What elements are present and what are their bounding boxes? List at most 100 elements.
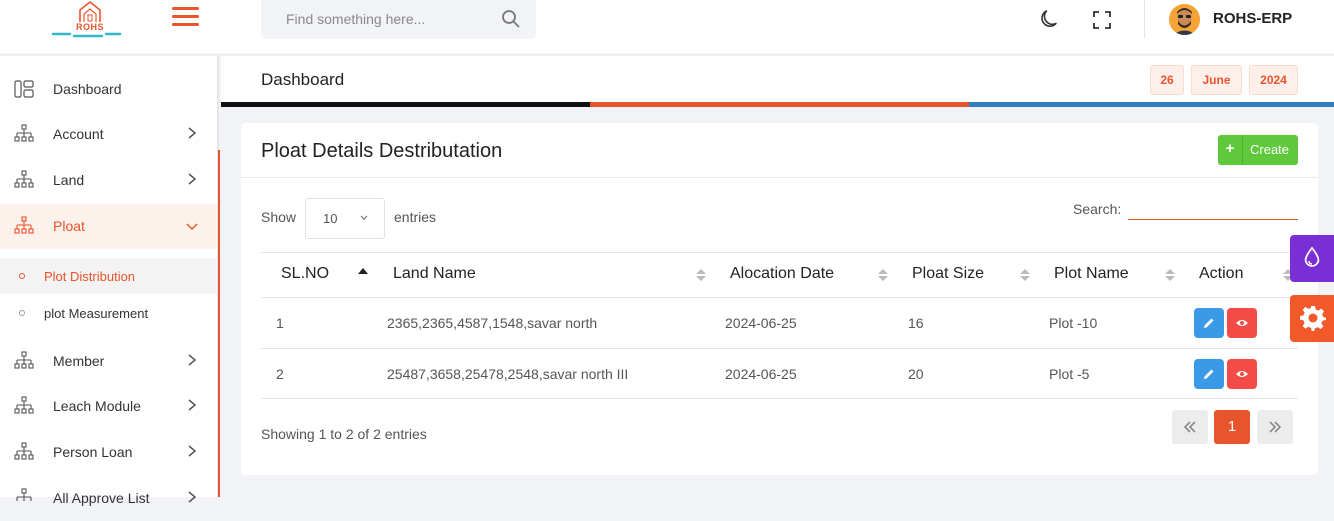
sidebar-item-label: All Approve List — [53, 490, 150, 506]
column-header-plot-name[interactable]: Plot Name — [1054, 265, 1129, 283]
sort-asc-icon[interactable] — [358, 268, 368, 282]
sidebar-item-label: Leach Module — [53, 398, 141, 414]
cell-plot-name: Plot -10 — [1049, 315, 1098, 331]
user-avatar[interactable] — [1169, 4, 1200, 35]
stripe-orange — [590, 102, 969, 107]
card-divider — [241, 177, 1318, 178]
sidebar-subitem-label: Plot Distribution — [44, 269, 136, 284]
pencil-icon — [1204, 369, 1214, 379]
sidebar-item-account[interactable]: Account — [0, 112, 217, 157]
sort-icon[interactable] — [696, 268, 706, 282]
sidebar-item-leach-module[interactable]: Leach Module — [0, 384, 217, 429]
row-divider — [261, 398, 1298, 399]
sitemap-icon — [14, 216, 34, 234]
sidebar-item-all-approve-list[interactable]: All Approve List — [0, 476, 217, 521]
gear-icon — [1300, 306, 1326, 331]
sidebar-item-member[interactable]: Member — [0, 339, 217, 384]
sidebar-item-label: Dashboard — [53, 81, 122, 97]
cell-sl-no: 1 — [276, 315, 284, 331]
cell-alocation-date: 2024-06-25 — [725, 315, 797, 331]
sidebar-item-person-loan[interactable]: Person Loan — [0, 430, 217, 475]
sitemap-icon — [14, 396, 34, 414]
column-header-land-name[interactable]: Land Name — [393, 265, 476, 283]
table-header-border — [261, 297, 1298, 298]
table-search-label: Search: — [1073, 201, 1122, 217]
sidebar: Dashboard Account Land Ploat Plot Distri… — [0, 56, 219, 506]
sitemap-icon — [14, 442, 34, 460]
view-button[interactable] — [1227, 308, 1257, 338]
create-button[interactable]: + Create — [1218, 135, 1298, 165]
bullet-icon — [19, 273, 25, 279]
sidebar-item-dashboard[interactable]: Dashboard — [0, 67, 217, 112]
cell-sl-no: 2 — [276, 366, 284, 382]
sidebar-item-label: Person Loan — [53, 444, 133, 460]
card-title: Ploat Details Destributation — [261, 140, 503, 162]
pagination-previous-button[interactable] — [1172, 410, 1208, 444]
logo-text: ROHS — [76, 22, 105, 32]
cell-alocation-date: 2024-06-25 — [725, 366, 797, 382]
pagination-page-1[interactable]: 1 — [1214, 410, 1250, 444]
sidebar-subitem-plot-measurement[interactable]: plot Measurement — [0, 295, 217, 331]
fullscreen-icon[interactable] — [1092, 10, 1112, 30]
double-chevron-right-icon — [1269, 421, 1282, 433]
chevron-right-icon — [188, 354, 197, 366]
date-month-badge: June — [1191, 65, 1242, 95]
settings-button[interactable] — [1290, 295, 1334, 342]
create-label: Create — [1250, 142, 1290, 157]
cell-land-name: 25487,3658,25478,2548,savar north III — [387, 366, 629, 382]
chevron-right-icon — [188, 445, 197, 457]
column-header-alocation-date[interactable]: Alocation Date — [730, 265, 834, 283]
sitemap-icon — [14, 170, 34, 188]
chevron-down-icon — [360, 215, 368, 220]
top-header: ROHS ROHS-ERP — [0, 0, 1334, 55]
page-title: Dashboard — [261, 70, 345, 89]
double-chevron-left-icon — [1183, 421, 1196, 433]
chevron-right-icon — [188, 173, 197, 185]
menu-toggle-icon[interactable] — [172, 7, 199, 29]
entries-label: entries — [394, 209, 437, 225]
sort-icon[interactable] — [878, 268, 888, 282]
theme-color-button[interactable] — [1290, 235, 1334, 282]
cell-ploat-size: 20 — [908, 366, 924, 382]
sort-icon[interactable] — [1165, 268, 1175, 282]
stripe-blue — [969, 102, 1334, 107]
username-label[interactable]: ROHS-ERP — [1213, 10, 1292, 27]
entries-value: 10 — [323, 211, 338, 226]
stripe-black — [221, 102, 590, 107]
chevron-right-icon — [188, 491, 197, 503]
view-button[interactable] — [1227, 359, 1257, 389]
plot-distribution-card: Ploat Details Destributation + Create Sh… — [241, 123, 1318, 475]
column-header-sl-no[interactable]: SL.NO — [281, 265, 329, 283]
sidebar-subitem-label: plot Measurement — [44, 306, 149, 321]
plus-icon: + — [1218, 135, 1243, 165]
rohs-logo[interactable]: ROHS — [50, 0, 122, 40]
global-search-input[interactable] — [286, 11, 486, 27]
sidebar-subitem-plot-distribution[interactable]: Plot Distribution — [0, 258, 217, 294]
sidebar-item-ploat[interactable]: Ploat — [0, 204, 217, 249]
sidebar-accent-line — [218, 150, 220, 497]
column-header-ploat-size[interactable]: Ploat Size — [912, 265, 984, 283]
pencil-icon — [1204, 318, 1214, 328]
table-top-border — [261, 252, 1298, 253]
eye-icon — [1236, 371, 1248, 377]
search-icon[interactable] — [501, 9, 521, 29]
entries-per-page-select[interactable]: 10 — [305, 198, 385, 239]
sitemap-icon — [16, 488, 32, 501]
show-label: Show — [261, 209, 297, 225]
sidebar-item-land[interactable]: Land — [0, 158, 217, 203]
edit-button[interactable] — [1194, 359, 1224, 389]
eye-icon — [1236, 320, 1248, 326]
cell-plot-name: Plot -5 — [1049, 366, 1090, 382]
chevron-right-icon — [188, 127, 197, 139]
sidebar-item-label: Account — [53, 126, 104, 142]
page-header-bar: Dashboard 26 June 2024 — [221, 56, 1334, 107]
sidebar-item-label: Ploat — [53, 218, 85, 234]
dark-mode-moon-icon[interactable] — [1038, 7, 1062, 31]
pagination-next-button[interactable] — [1257, 410, 1293, 444]
edit-button[interactable] — [1194, 308, 1224, 338]
date-day-badge: 26 — [1150, 65, 1184, 95]
sort-icon[interactable] — [1020, 268, 1030, 282]
row-divider — [261, 348, 1298, 349]
chevron-down-icon — [186, 223, 198, 231]
table-search-input[interactable] — [1128, 199, 1298, 220]
